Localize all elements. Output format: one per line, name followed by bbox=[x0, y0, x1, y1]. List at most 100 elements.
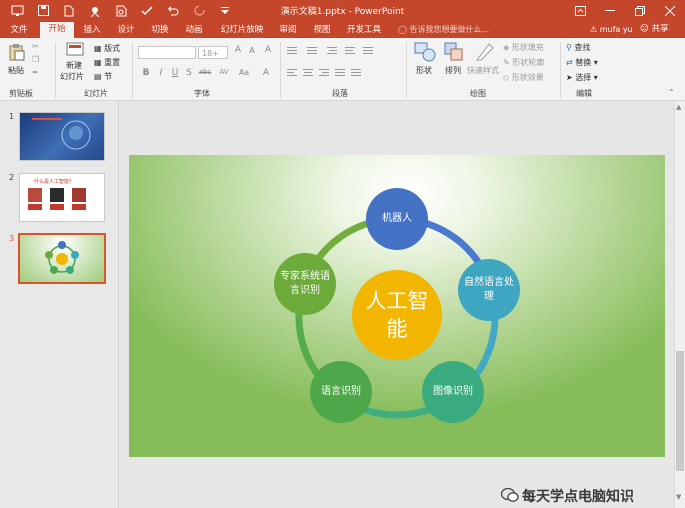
change-case-button[interactable]: Aa bbox=[236, 68, 252, 77]
group-separator bbox=[280, 42, 281, 98]
tab-slideshow[interactable]: 幻灯片放映 bbox=[218, 23, 266, 38]
vertical-scrollbar[interactable]: ▲ ▼ bbox=[674, 101, 685, 508]
new-slide-label-2[interactable]: 幻灯片 bbox=[60, 71, 84, 82]
node-nlp[interactable]: 自然语言处理 bbox=[458, 259, 520, 321]
center-ai[interactable]: 人工智能 bbox=[352, 270, 442, 360]
bold-button[interactable]: B bbox=[140, 68, 152, 78]
node-expert-system[interactable]: 专家系统语言识别 bbox=[274, 253, 336, 315]
thumb-2-graphic bbox=[28, 188, 86, 210]
copy-icon[interactable]: ❐ bbox=[32, 55, 39, 64]
strikethrough-button[interactable]: abc bbox=[196, 68, 214, 76]
scroll-down-icon[interactable]: ▼ bbox=[676, 493, 681, 501]
group-separator bbox=[406, 42, 407, 98]
share-button[interactable]: ☺ 共享 bbox=[640, 23, 669, 36]
tab-file[interactable]: 文件 bbox=[4, 23, 34, 38]
alignment-buttons-icons[interactable] bbox=[287, 68, 377, 78]
section-icon: ▤ bbox=[94, 72, 102, 81]
layout-icon: ▦ bbox=[94, 44, 102, 53]
quick-styles-icon[interactable] bbox=[475, 42, 495, 62]
wechat-icon bbox=[501, 487, 519, 502]
node-speech-recognition[interactable]: 语言识别 bbox=[310, 361, 372, 423]
quick-styles-button[interactable]: 快速样式 bbox=[467, 65, 499, 76]
reset-icon: ▦ bbox=[94, 58, 102, 67]
tab-design[interactable]: 设计 bbox=[112, 23, 140, 38]
char-spacing-button[interactable]: AV bbox=[216, 68, 232, 76]
paste-icon[interactable] bbox=[9, 43, 25, 61]
ribbon-tabs: 文件 开始 插入 设计 切换 动画 幻灯片放映 审阅 视图 开发工具 ◯ 告诉我… bbox=[0, 21, 685, 38]
slide-number: 2 bbox=[9, 173, 15, 182]
share-label: 共享 bbox=[651, 24, 669, 34]
current-slide[interactable]: 机器人 自然语言处理 图像识别 语言识别 专家系统语言识别 人工智能 bbox=[129, 155, 665, 457]
shadow-button[interactable]: S bbox=[183, 68, 195, 78]
watermark-text: 每天学点电脑知识 bbox=[522, 489, 634, 505]
reset-button[interactable]: ▦ 重置 bbox=[94, 57, 120, 68]
replace-button[interactable]: ⇄ 替换 ▾ bbox=[566, 57, 598, 68]
search-icon: ⚲ bbox=[566, 43, 572, 52]
arrange-button[interactable]: 排列 bbox=[445, 65, 461, 76]
select-button[interactable]: ➤ 选择 ▾ bbox=[566, 72, 598, 83]
shapes-icon[interactable] bbox=[414, 42, 436, 62]
user-account[interactable]: ⚠ mufa yu bbox=[590, 23, 633, 36]
font-size-combo[interactable]: 18+ bbox=[198, 46, 228, 59]
section-button[interactable]: ▤ 节 bbox=[94, 71, 112, 82]
thumb-3-graphic bbox=[45, 241, 79, 274]
slide-number: 1 bbox=[9, 112, 15, 121]
underline-button[interactable]: U bbox=[169, 68, 181, 78]
drawing-group-label: 绘图 bbox=[470, 89, 486, 98]
collapse-ribbon-icon[interactable]: ⌃ bbox=[668, 88, 675, 97]
new-slide-icon[interactable] bbox=[66, 42, 84, 58]
cut-icon[interactable]: ✂ bbox=[32, 42, 39, 51]
layout-button[interactable]: ▦ 版式 bbox=[94, 43, 120, 54]
shape-fill-button[interactable]: ◈ 形状填充 bbox=[503, 42, 544, 53]
person-icon: ☺ bbox=[640, 24, 649, 34]
scroll-up-icon[interactable]: ▲ bbox=[676, 103, 681, 111]
font-color-button[interactable]: A bbox=[260, 68, 272, 78]
tell-me-box[interactable]: ◯ 告诉我您想要做什么... bbox=[398, 23, 489, 36]
shape-outline-button[interactable]: ✎ 形状轮廓 bbox=[503, 57, 544, 68]
minimize-icon[interactable] bbox=[595, 0, 625, 21]
group-separator bbox=[55, 42, 56, 98]
user-name: mufa yu bbox=[599, 25, 633, 34]
paste-button[interactable]: 粘贴 bbox=[8, 65, 24, 76]
node-robot[interactable]: 机器人 bbox=[366, 188, 428, 250]
tab-animations[interactable]: 动画 bbox=[180, 23, 208, 38]
scrollbar-thumb[interactable] bbox=[676, 351, 684, 471]
arrange-icon[interactable] bbox=[444, 42, 464, 62]
shapes-button[interactable]: 形状 bbox=[416, 65, 432, 76]
grow-font-button[interactable]: A bbox=[232, 45, 244, 55]
find-button[interactable]: ⚲ 查找 bbox=[566, 42, 590, 53]
cursor-icon: ➤ bbox=[566, 73, 573, 82]
shrink-font-button[interactable]: A bbox=[246, 46, 258, 55]
ribbon-home: 粘贴 ✂ ❐ ✒ 剪贴板 新建 幻灯片 ▦ 版式 ▦ 重置 ▤ 节 幻灯片 18… bbox=[0, 38, 685, 101]
font-name-combo[interactable] bbox=[138, 46, 196, 59]
node-image-recognition[interactable]: 图像识别 bbox=[422, 361, 484, 423]
slide-number: 3 bbox=[9, 234, 15, 243]
effects-icon: ◇ bbox=[503, 73, 510, 82]
pencil-icon: ✎ bbox=[503, 58, 510, 67]
slide-thumbnail-3[interactable] bbox=[18, 233, 106, 284]
clipboard-group-label: 剪贴板 bbox=[9, 89, 33, 98]
close-icon[interactable] bbox=[655, 0, 685, 21]
format-painter-icon[interactable]: ✒ bbox=[32, 68, 39, 77]
tab-view[interactable]: 视图 bbox=[308, 23, 336, 38]
slide-thumbnail-pane: 1 2 什么是人工智能？ 3 bbox=[0, 101, 119, 508]
italic-button[interactable]: I bbox=[155, 68, 167, 78]
paragraph-group-label: 段落 bbox=[332, 89, 348, 98]
restore-icon[interactable] bbox=[625, 0, 655, 21]
new-slide-label-1[interactable]: 新建 bbox=[66, 60, 82, 71]
clear-format-button[interactable]: A bbox=[262, 45, 274, 55]
tab-review[interactable]: 审阅 bbox=[274, 23, 302, 38]
tab-insert[interactable]: 插入 bbox=[78, 23, 106, 38]
paint-bucket-icon: ◈ bbox=[503, 43, 510, 52]
ribbon-display-options-icon[interactable] bbox=[565, 0, 595, 21]
slides-group-label: 幻灯片 bbox=[84, 89, 108, 98]
lightbulb-icon: ◯ bbox=[398, 25, 407, 34]
replace-icon: ⇄ bbox=[566, 58, 573, 67]
shape-effects-button[interactable]: ◇ 形状效果 bbox=[503, 72, 544, 83]
tab-transitions[interactable]: 切换 bbox=[146, 23, 174, 38]
slide-thumbnail-1[interactable] bbox=[19, 112, 105, 161]
tab-developer[interactable]: 开发工具 bbox=[344, 23, 384, 38]
slide-thumbnail-2[interactable]: 什么是人工智能？ bbox=[19, 173, 105, 222]
tab-home[interactable]: 开始 bbox=[40, 22, 74, 38]
list-buttons-icons[interactable] bbox=[287, 46, 377, 56]
